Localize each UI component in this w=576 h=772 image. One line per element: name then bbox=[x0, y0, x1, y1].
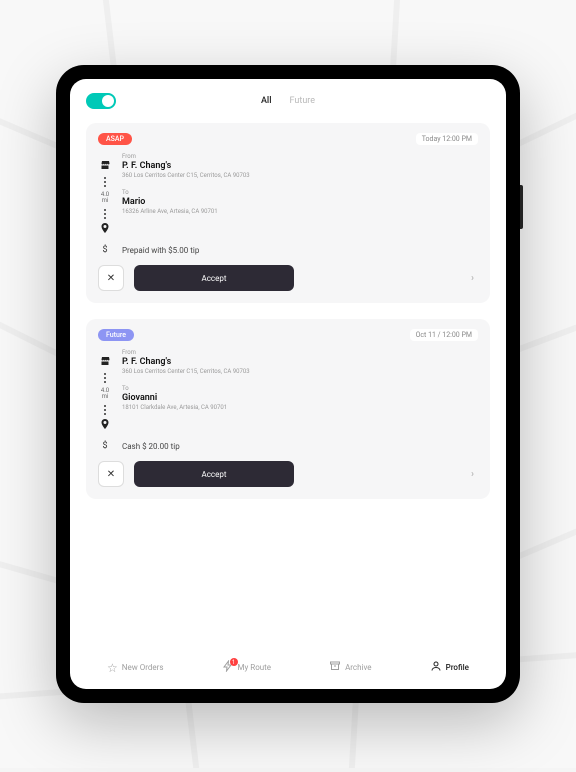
to-label: To bbox=[122, 189, 478, 196]
route-icons: 4.0 mi bbox=[98, 153, 112, 237]
nav-label: My Route bbox=[238, 663, 272, 672]
order-card: ASAP Today 12:00 PM 4.0 mi bbox=[86, 123, 490, 303]
online-toggle[interactable] bbox=[86, 93, 116, 109]
to-address: 16326 Arline Ave, Artesia, CA 90701 bbox=[122, 208, 478, 215]
order-card: Future Oct 11 / 12:00 PM 4.0 mi bbox=[86, 319, 490, 499]
nav-archive[interactable]: Archive bbox=[329, 660, 371, 675]
archive-icon bbox=[329, 660, 341, 675]
from-address: 360 Los Cerritos Center C15, Cerritos, C… bbox=[122, 368, 478, 375]
to-label: To bbox=[122, 385, 478, 392]
nav-label: Profile bbox=[446, 663, 469, 672]
payment-text: Prepaid with $5.00 tip bbox=[122, 246, 199, 255]
nav-my-route[interactable]: 1 My Route bbox=[222, 660, 272, 675]
person-icon bbox=[430, 660, 442, 675]
nav-label: Archive bbox=[345, 663, 371, 672]
nav-new-orders[interactable]: ☆ New Orders bbox=[107, 661, 163, 675]
time-chip: Today 12:00 PM bbox=[416, 133, 478, 145]
location-pin-icon bbox=[99, 418, 111, 433]
chevron-right-icon[interactable]: › bbox=[471, 273, 478, 284]
store-icon bbox=[99, 355, 111, 370]
dollar-icon: $ bbox=[98, 441, 112, 451]
status-badge: Future bbox=[98, 329, 134, 341]
star-icon: ☆ bbox=[107, 661, 118, 675]
segment-tabs: All Future bbox=[116, 96, 460, 106]
nav-label: New Orders bbox=[122, 663, 164, 672]
from-name: P. F. Chang's bbox=[122, 161, 478, 171]
accept-button[interactable]: Accept bbox=[134, 461, 294, 487]
dollar-icon: $ bbox=[98, 245, 112, 255]
orders-list: ASAP Today 12:00 PM 4.0 mi bbox=[70, 117, 506, 650]
from-label: From bbox=[122, 153, 478, 160]
route-icons: 4.0 mi bbox=[98, 349, 112, 433]
header: All Future bbox=[70, 79, 506, 117]
from-address: 360 Los Cerritos Center C15, Cerritos, C… bbox=[122, 172, 478, 179]
tab-future[interactable]: Future bbox=[290, 96, 315, 106]
distance-label: 4.0 mi bbox=[98, 192, 112, 204]
to-address: 18101 Clarkdale Ave, Artesia, CA 90701 bbox=[122, 404, 478, 411]
tab-all[interactable]: All bbox=[261, 96, 272, 106]
time-chip: Oct 11 / 12:00 PM bbox=[410, 329, 478, 341]
status-badge: ASAP bbox=[98, 133, 132, 145]
screen: All Future ASAP Today 12:00 PM bbox=[70, 79, 506, 689]
decline-button[interactable]: ✕ bbox=[98, 461, 124, 487]
store-icon bbox=[99, 159, 111, 174]
distance-label: 4.0 mi bbox=[98, 388, 112, 400]
from-name: P. F. Chang's bbox=[122, 357, 478, 367]
decline-button[interactable]: ✕ bbox=[98, 265, 124, 291]
nav-profile[interactable]: Profile bbox=[430, 660, 469, 675]
bottom-nav: ☆ New Orders 1 My Route Archive bbox=[70, 650, 506, 689]
accept-button[interactable]: Accept bbox=[134, 265, 294, 291]
from-label: From bbox=[122, 349, 478, 356]
location-pin-icon bbox=[99, 222, 111, 237]
tablet-frame: All Future ASAP Today 12:00 PM bbox=[56, 65, 520, 703]
nav-badge: 1 bbox=[230, 658, 238, 666]
payment-text: Cash $ 20.00 tip bbox=[122, 442, 180, 451]
lightning-icon: 1 bbox=[222, 660, 234, 675]
to-name: Mario bbox=[122, 197, 478, 207]
to-name: Giovanni bbox=[122, 393, 478, 403]
chevron-right-icon[interactable]: › bbox=[471, 469, 478, 480]
